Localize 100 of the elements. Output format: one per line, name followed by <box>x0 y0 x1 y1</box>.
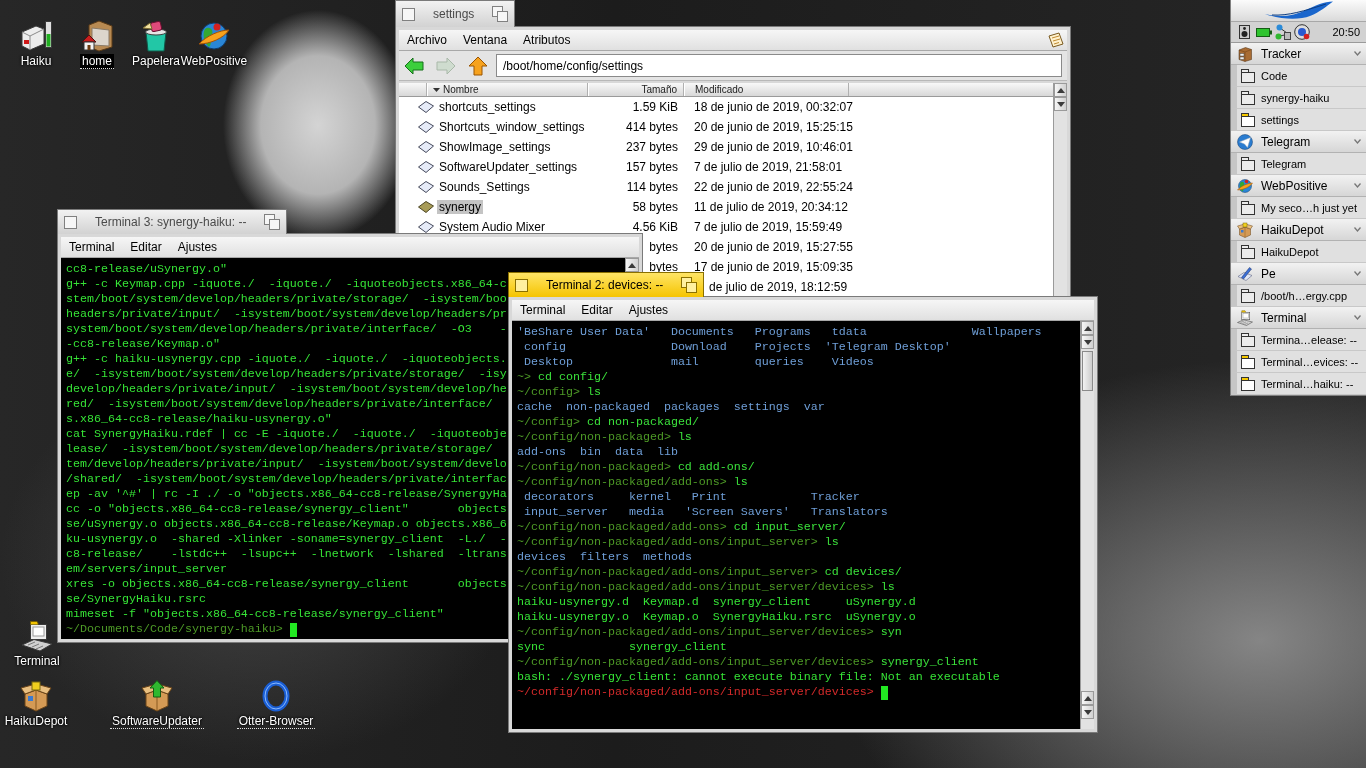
app-entry[interactable]: Telegram <box>1231 131 1366 153</box>
window-item[interactable]: Terminal…evices: -- <box>1231 351 1366 373</box>
file-name[interactable]: System Audio Mixer <box>437 220 548 234</box>
scroll-up-button[interactable] <box>1081 691 1094 705</box>
document-icon <box>418 141 434 153</box>
window-item[interactable]: settings <box>1231 109 1366 131</box>
ring-icon[interactable] <box>262 680 290 712</box>
menu-item[interactable]: Terminal <box>512 303 574 317</box>
deskbar-menu-button[interactable] <box>1231 0 1366 22</box>
window-item[interactable]: Code <box>1231 65 1366 87</box>
disk-drive-icon[interactable] <box>20 20 52 52</box>
scroll-down-button[interactable] <box>1081 705 1094 719</box>
open-box-icon[interactable] <box>20 680 52 712</box>
home-folder-icon[interactable] <box>81 20 113 52</box>
file-size: 237 bytes <box>624 140 679 154</box>
menu-item[interactable]: Ajustes <box>620 303 677 317</box>
window-item[interactable]: synergy-haiku <box>1231 87 1366 109</box>
output-text: cc8-release/uSynergy.o" <box>66 262 227 277</box>
file-name[interactable]: Shortcuts_window_settings <box>437 120 587 134</box>
app-entry[interactable]: Terminal <box>1231 307 1366 329</box>
menu-item[interactable]: Archivo <box>399 33 455 47</box>
globe-icon[interactable] <box>198 20 230 52</box>
scroll-down-button[interactable] <box>1081 335 1094 349</box>
menu-item[interactable]: Terminal <box>61 240 123 254</box>
file-date: de julio de 2019, 18:12:59 <box>708 280 849 294</box>
menu-item[interactable]: Atributos <box>515 33 579 47</box>
shell-prompt: ~/config/non-packaged/add-ons/input_server/devices> <box>517 625 874 640</box>
menu-item[interactable]: Editar <box>573 303 621 317</box>
scrollbar[interactable] <box>1080 321 1094 729</box>
document-icon <box>418 121 434 133</box>
scroll-down-button[interactable] <box>1054 97 1067 111</box>
column-header[interactable]: Nombre <box>427 83 588 96</box>
file-date: 7 de julio de 2019, 15:59:49 <box>693 220 844 234</box>
scroll-up-button[interactable] <box>1054 83 1067 97</box>
scrollbar[interactable] <box>1053 83 1067 296</box>
network-icon[interactable] <box>1275 24 1291 40</box>
path-field[interactable]: /boot/home/config/settings <box>496 54 1062 77</box>
close-button[interactable] <box>64 215 77 229</box>
column-header[interactable]: Modificado <box>684 83 849 96</box>
column-header[interactable]: Tamaño <box>588 83 684 96</box>
box-arrow-icon[interactable] <box>141 680 173 712</box>
scroll-up-button[interactable] <box>1081 321 1094 335</box>
gauge-icon[interactable] <box>1294 24 1310 40</box>
zoom-button[interactable] <box>264 214 281 230</box>
output-text: develop/headers/private/input/ -isystem/boot/system/develop/he <box>66 382 507 397</box>
shell-prompt: ~/config> <box>517 385 580 400</box>
clock-text[interactable]: 20:50 <box>1332 26 1360 38</box>
file-name[interactable]: Sounds_Settings <box>437 180 532 194</box>
app-entry[interactable]: WebPositive <box>1231 175 1366 197</box>
app-entry[interactable]: Tracker <box>1231 43 1366 65</box>
output-text: e/ -isystem/boot/system/develop/headers/private/storage/ -isy <box>66 367 507 382</box>
command-text: ls <box>824 535 839 550</box>
up-arrow-icon <box>468 55 488 76</box>
menu-item[interactable]: Ventana <box>455 33 516 47</box>
desktop-icon-label[interactable]: Papelera <box>129 54 182 69</box>
open-box-icon <box>1237 221 1253 238</box>
chevron-down-icon <box>1354 227 1361 232</box>
desktop-icon-label[interactable]: HaikuDepot <box>2 714 70 729</box>
file-name[interactable]: ShowImage_settings <box>437 140 553 154</box>
output-text: haiku-usynergy.d Keymap.d synergy_client uSynergy.d <box>517 595 916 610</box>
speaker-icon[interactable] <box>1237 24 1253 40</box>
scroll-up-button[interactable] <box>625 258 639 272</box>
app-entry[interactable]: HaikuDepot <box>1231 219 1366 241</box>
desktop-icon-label[interactable]: SoftwareUpdater <box>109 714 204 729</box>
window-item[interactable]: My seco…h just yet <box>1231 197 1366 219</box>
command-text: synergy_client <box>880 655 979 670</box>
desktop-icon-label[interactable]: Terminal <box>12 654 62 669</box>
window-item[interactable]: Terminal…haiku: -- <box>1231 373 1366 395</box>
file-date: 20 de junio de 2019, 15:27:55 <box>693 240 854 254</box>
computer-icon[interactable] <box>21 620 53 652</box>
desktop-icon-label[interactable]: Otter-Browser <box>236 714 316 729</box>
file-name[interactable]: shortcuts_settings <box>437 100 538 114</box>
window-tab[interactable]: Terminal 2: devices: -- <box>508 272 705 297</box>
zoom-button[interactable] <box>681 277 698 293</box>
desktop-icon-label[interactable]: home <box>80 54 114 69</box>
directory-listing: 'BeShare User Data' Documents Programs tdata Wallpapers <box>517 325 1042 340</box>
app-entry[interactable]: Pe <box>1231 263 1366 285</box>
window-item[interactable]: HaikuDepot <box>1231 241 1366 263</box>
caret-up-icon <box>628 262 636 268</box>
menu-item[interactable]: Ajustes <box>169 240 226 254</box>
sort-caret-icon <box>433 87 440 92</box>
window-item[interactable]: Termina…elease: -- <box>1231 329 1366 351</box>
paper-icon[interactable] <box>1048 32 1064 48</box>
command-text: cd input_server/ <box>733 520 846 535</box>
file-name[interactable]: synergy <box>437 200 484 214</box>
menu-item[interactable]: Editar <box>122 240 170 254</box>
window-item[interactable]: /boot/h…ergy.cpp <box>1231 285 1366 307</box>
close-button[interactable] <box>402 7 415 21</box>
zoom-button[interactable] <box>492 6 509 22</box>
desktop-icon-label[interactable]: Haiku <box>18 54 54 69</box>
file-size: bytes <box>648 260 679 274</box>
window-item[interactable]: Telegram <box>1231 153 1366 175</box>
command-text: ls <box>586 385 601 400</box>
window-tab[interactable]: Terminal 3: synergy-haiku: -- <box>57 209 288 234</box>
window-title: Terminal 3: synergy-haiku: -- <box>95 215 247 229</box>
scrollbar-thumb[interactable] <box>1082 351 1093 391</box>
shell-prompt: ~/config/non-packaged/add-ons> <box>517 520 727 535</box>
window-tab[interactable]: settings <box>395 0 516 27</box>
file-name[interactable]: SoftwareUpdater_settings <box>437 160 580 174</box>
close-button[interactable] <box>515 278 528 292</box>
